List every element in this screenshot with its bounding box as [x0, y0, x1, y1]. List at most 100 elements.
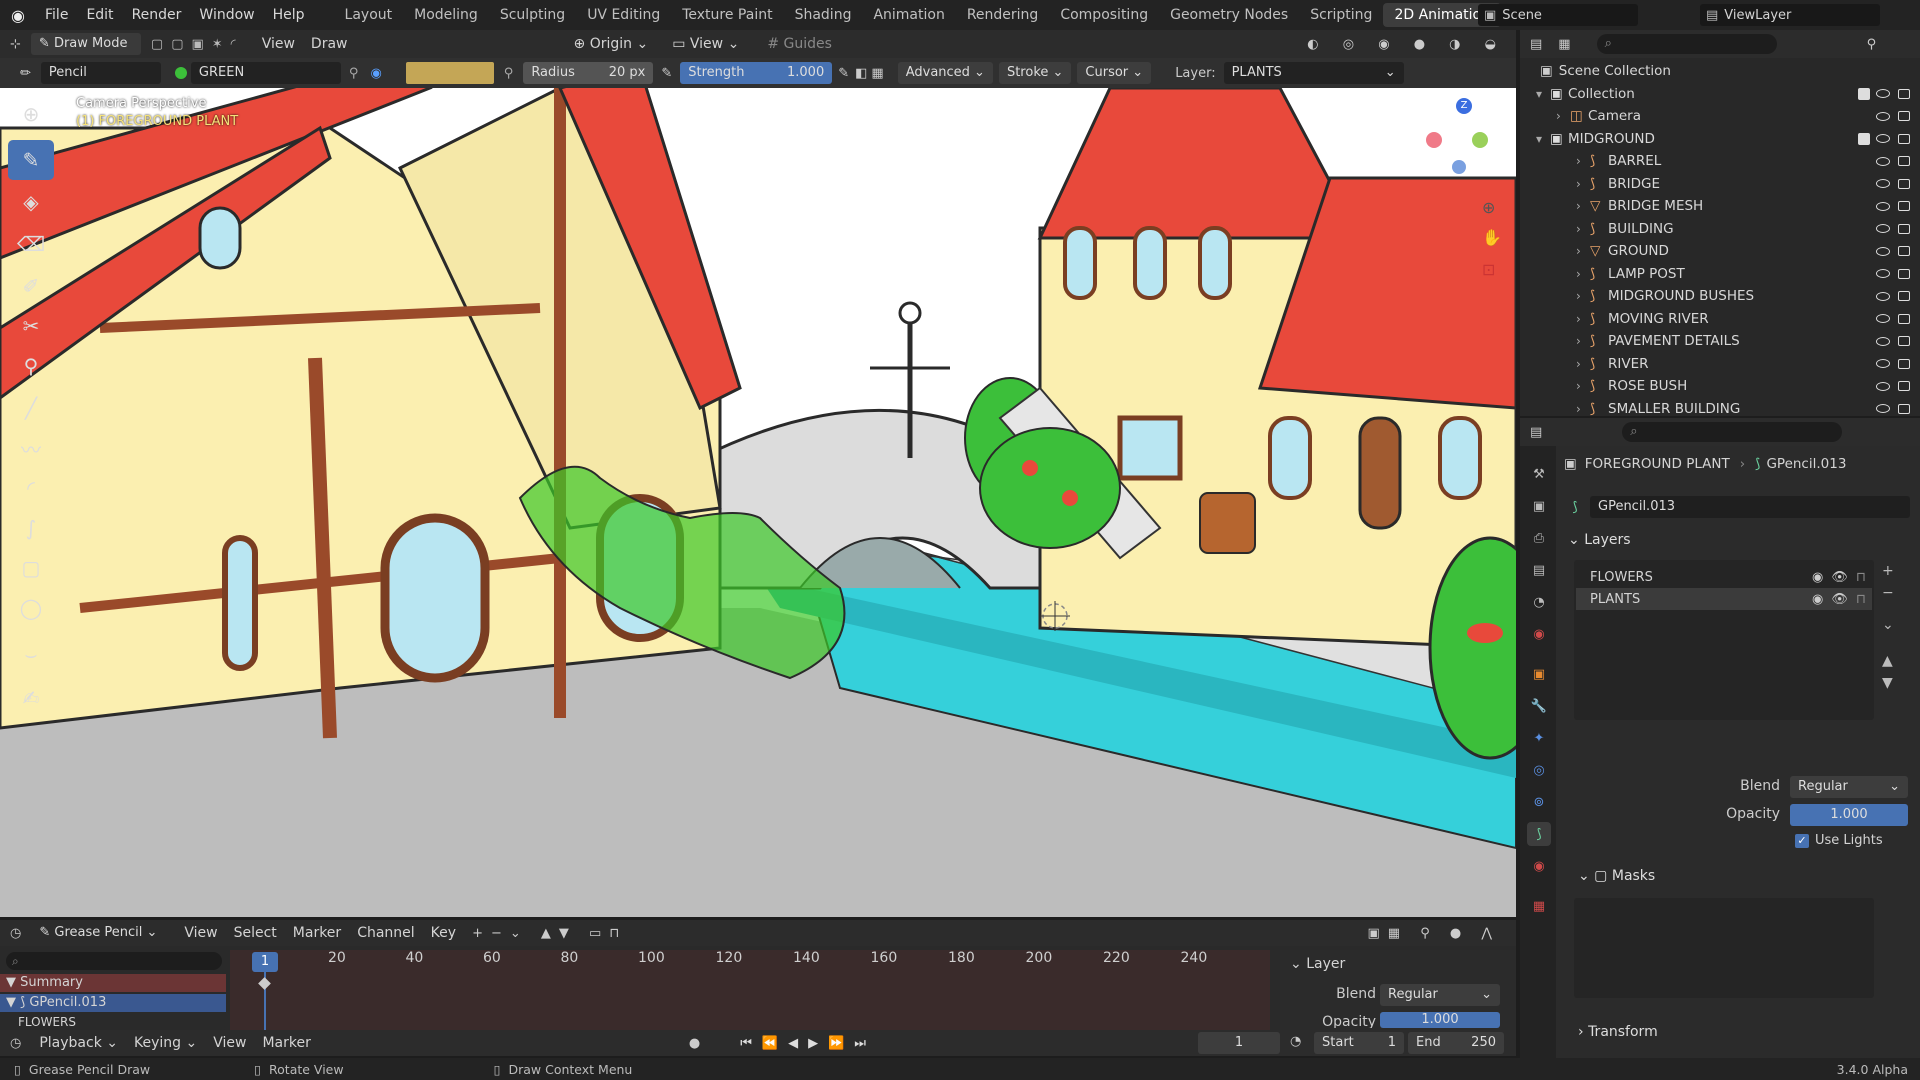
workspace-tab-scripting[interactable]: Scripting — [1299, 3, 1383, 27]
layer-selector[interactable]: PLANTS ⌄ — [1223, 62, 1404, 84]
render-camera-icon[interactable] — [1898, 88, 1910, 99]
render-camera-icon[interactable] — [1898, 201, 1910, 211]
arc-tool-icon[interactable]: ◜ — [8, 468, 54, 508]
timeline-menu-marker[interactable]: Marker — [254, 1032, 318, 1054]
workspace-tab-modeling[interactable]: Modeling — [403, 3, 489, 27]
workspace-tab-compositing[interactable]: Compositing — [1049, 3, 1159, 27]
outliner-search-input[interactable]: ⌕ — [1596, 34, 1777, 54]
render-camera-icon[interactable] — [1898, 358, 1910, 369]
tab-object[interactable]: ▣ — [1527, 662, 1551, 686]
outliner-item-bridge[interactable]: › ⟆ BRIDGE — [1520, 173, 1920, 195]
visibility-eye-icon[interactable] — [1876, 404, 1890, 413]
onion-skin-icon[interactable]: ◉ — [1812, 592, 1823, 607]
tab-output[interactable]: ⎙ — [1527, 526, 1551, 550]
expand-arrow-right-icon[interactable]: › — [1576, 312, 1581, 326]
outliner-item-collection[interactable]: ▾ ▣ Collection — [1520, 83, 1920, 105]
expand-arrow-right-icon[interactable]: › — [1576, 402, 1581, 416]
layer-visibility-icon[interactable]: 👁 — [1831, 592, 1848, 607]
visibility-eye-icon[interactable] — [1876, 381, 1890, 391]
circle-tool-icon[interactable]: ◯ — [8, 588, 54, 628]
timeline-menu-playback[interactable]: Playback ⌄ — [31, 1032, 126, 1054]
camera-view-icon[interactable]: ⊡ — [1482, 260, 1495, 279]
outliner-item-midground[interactable]: ▾ ▣ MIDGROUND — [1520, 128, 1920, 150]
transform-panel-header[interactable]: › Transform — [1578, 1024, 1658, 1040]
view-layer-selector[interactable]: ▤ ViewLayer — [1700, 4, 1880, 26]
record-button-icon[interactable]: ● — [689, 1036, 700, 1051]
tab-render[interactable]: ▣ — [1527, 494, 1551, 518]
view-plane-selector[interactable]: ▭ View ⌄ — [664, 33, 747, 55]
viewport-shading-icons[interactable]: ◐ ◎ ◉ ● ◑ ◒ — [1307, 37, 1516, 52]
polyline-tool-icon[interactable]: 〰 — [8, 428, 54, 468]
expand-arrow-right-icon[interactable]: › — [1576, 267, 1581, 281]
workspace-tab-sculpting[interactable]: Sculpting — [489, 3, 576, 27]
layer-specials-icon[interactable]: ⌄ — [1882, 614, 1902, 636]
start-frame-field[interactable]: Start 1 — [1314, 1032, 1404, 1054]
render-camera-icon[interactable] — [1898, 133, 1910, 144]
outliner-item-smaller-building[interactable]: › ⟆ SMALLER BUILDING — [1520, 398, 1920, 420]
dopesheet-menu-channel[interactable]: Channel — [349, 922, 422, 944]
layer-row-flowers[interactable]: FLOWERS ◉ 👁 ⊓ — [1576, 566, 1872, 588]
add-layer-icon[interactable]: + — [1882, 560, 1902, 582]
exclude-checkbox-icon[interactable] — [1858, 87, 1870, 100]
render-camera-icon[interactable] — [1898, 223, 1910, 234]
tab-material[interactable]: ◉ — [1527, 854, 1551, 878]
render-camera-icon[interactable] — [1898, 178, 1910, 189]
expand-arrow-right-icon[interactable]: › — [1576, 177, 1581, 191]
expand-arrow-right-icon[interactable]: › — [1576, 379, 1581, 393]
dopesheet-editor-icon[interactable]: ◷ — [0, 926, 31, 941]
line-tool-icon[interactable]: ╱ — [8, 388, 54, 428]
visibility-eye-icon[interactable] — [1876, 156, 1890, 166]
move-layer-up-icon[interactable]: ▲ — [1882, 650, 1902, 672]
dopesheet-menu-select[interactable]: Select — [226, 922, 285, 944]
render-camera-icon[interactable] — [1898, 111, 1910, 121]
dopesheet-menu-marker[interactable]: Marker — [285, 922, 349, 944]
menu-render[interactable]: Render — [123, 0, 191, 30]
curve-tool-icon[interactable]: ∫ — [8, 508, 54, 548]
editor-type-icon[interactable]: ⊹ — [0, 37, 31, 52]
menu-edit[interactable]: Edit — [77, 0, 122, 30]
scene-selector[interactable]: ▣ Scene — [1478, 4, 1638, 26]
eyedropper-icon[interactable]: ⚲ — [494, 66, 524, 81]
onion-skin-icon[interactable]: ◉ — [1812, 570, 1823, 585]
outliner-item-ground[interactable]: › ▽ GROUND — [1520, 240, 1920, 262]
outliner-item-lamp-post[interactable]: › ⟆ LAMP POST — [1520, 263, 1920, 285]
brush-selector[interactable]: Pencil — [40, 62, 161, 84]
properties-editor-icon[interactable]: ▤ — [1520, 425, 1552, 440]
multiframe-icons[interactable]: ▢▢▣✶◜ — [151, 37, 254, 52]
menu-window[interactable]: Window — [190, 0, 263, 30]
outliner-item-rose-bush[interactable]: › ⟆ ROSE BUSH — [1520, 375, 1920, 397]
cursor-dropdown[interactable]: Cursor ⌄ — [1077, 62, 1152, 84]
layer-visibility-icon[interactable]: 👁 — [1831, 570, 1848, 585]
channel-gpencil[interactable]: ▼ ⟆ GPencil.013 — [0, 994, 226, 1012]
tab-texture[interactable]: ▦ — [1527, 894, 1551, 918]
advanced-dropdown[interactable]: Advanced ⌄ — [897, 62, 993, 84]
render-camera-icon[interactable] — [1898, 381, 1910, 391]
strength-pressure-icon[interactable]: ✎ — [832, 66, 855, 81]
display-mode-icon[interactable]: ▦ — [1552, 37, 1576, 52]
timeline-menu-keying[interactable]: Keying ⌄ — [126, 1032, 205, 1054]
channel-layer[interactable]: FLOWERS — [0, 1014, 226, 1030]
draw-menu[interactable]: Draw — [303, 33, 356, 55]
blend-dropdown[interactable]: Regular ⌄ — [1790, 776, 1908, 798]
viewport-canvas[interactable]: Camera Perspective (1) FOREGROUND PLANT … — [0, 88, 1516, 917]
blender-logo-icon[interactable]: ◉ — [0, 6, 36, 25]
material-selector[interactable]: GREEN — [190, 62, 341, 84]
tab-world[interactable]: ◉ — [1527, 622, 1551, 646]
masks-panel-header[interactable]: ⌄ ▢ Masks — [1578, 868, 1655, 884]
current-frame-indicator[interactable]: 1 — [252, 952, 278, 972]
gizmo-neg-z-icon[interactable] — [1452, 160, 1466, 174]
visibility-eye-icon[interactable] — [1876, 314, 1890, 323]
tab-physics[interactable]: ◎ — [1527, 758, 1551, 782]
outliner-item-barrel[interactable]: › ⟆ BARREL — [1520, 150, 1920, 172]
visibility-eye-icon[interactable] — [1876, 246, 1890, 256]
visibility-eye-icon[interactable] — [1876, 201, 1890, 211]
pin-icon[interactable]: ⚲ — [341, 66, 367, 81]
color-mode-icon[interactable]: ◉ — [366, 66, 385, 81]
render-camera-icon[interactable] — [1898, 291, 1910, 301]
stopwatch-icon[interactable]: ◔ — [1290, 1034, 1301, 1049]
tint-tool-icon[interactable]: ✐ — [8, 266, 54, 306]
workspace-tab-texture-paint[interactable]: Texture Paint — [671, 3, 783, 27]
expand-arrow-down-icon[interactable]: ▾ — [1536, 87, 1542, 101]
layer-row-plants[interactable]: PLANTS ◉ 👁 ⊓ — [1576, 588, 1872, 610]
expand-arrow-right-icon[interactable]: › — [1576, 154, 1581, 168]
